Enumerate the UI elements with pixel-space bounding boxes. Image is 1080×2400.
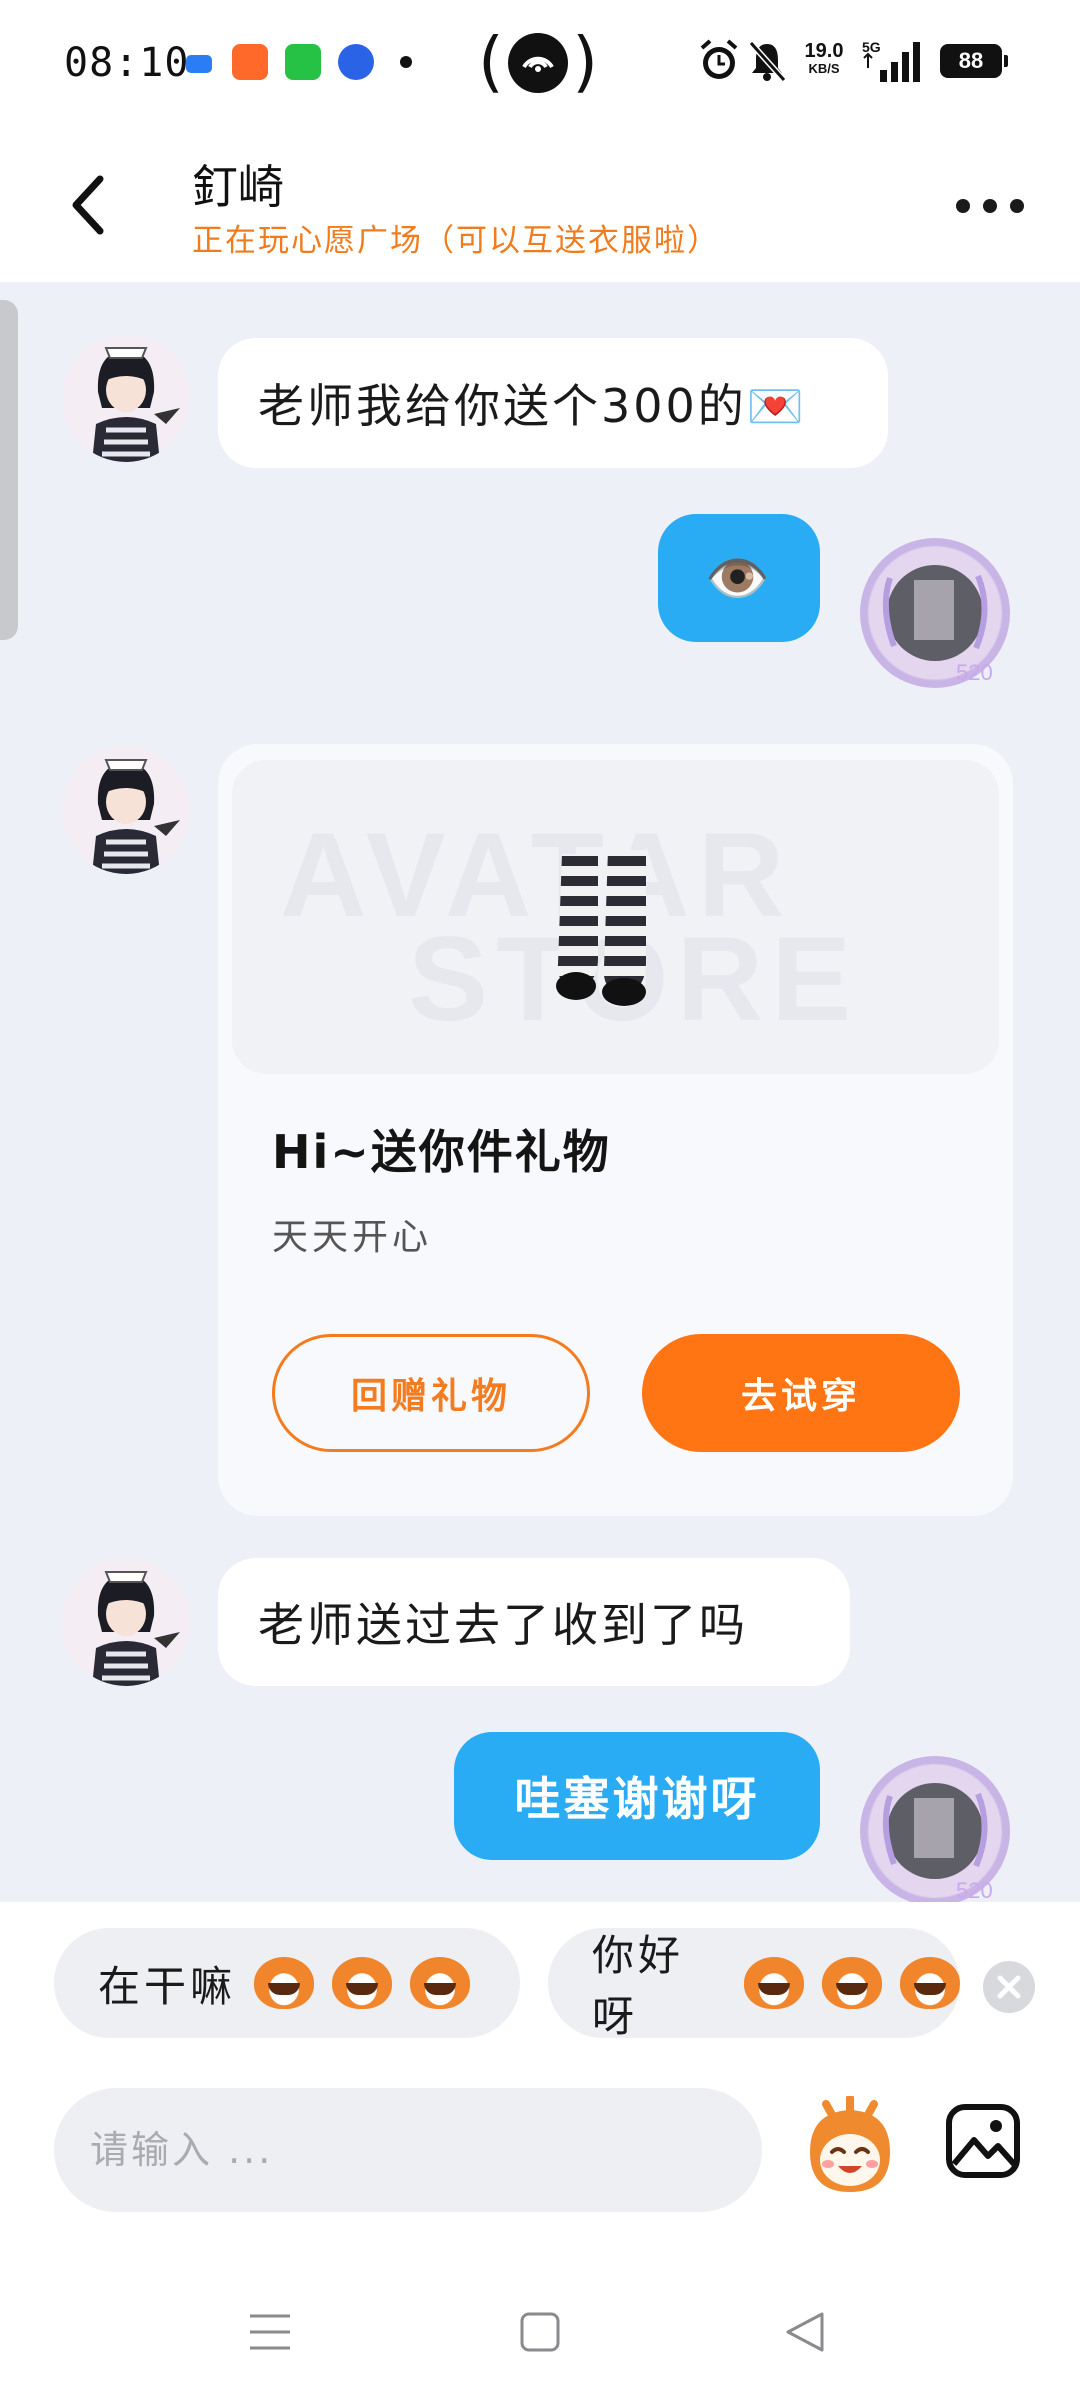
- quick-reply-chip[interactable]: 你好呀: [548, 1928, 960, 2038]
- notification-app-icon: [186, 55, 212, 73]
- message-bubble-sent[interactable]: 👁️: [658, 514, 820, 642]
- system-navigation-bar: [0, 2240, 1080, 2400]
- battery-indicator: 88: [940, 44, 1008, 78]
- striped-socks-image: [556, 850, 646, 1006]
- close-quick-replies-button[interactable]: [983, 1961, 1035, 2013]
- message-input-bar: [0, 2072, 1080, 2240]
- quick-reply-chip[interactable]: 在干嘛: [54, 1928, 520, 2038]
- silent-bell-icon: [746, 38, 788, 88]
- quick-reply-label: 你好呀: [592, 1931, 685, 2038]
- gift-card[interactable]: AVATAR STORE Hi~送你件礼物 天天开心 回赠礼物 去试穿: [218, 744, 1013, 1516]
- status-bar: 08:10 ( ) 19.0 KB/S 5G 88: [0, 0, 1080, 125]
- status-time: 08:10: [64, 40, 190, 86]
- more-notifications-dot-icon: [400, 56, 412, 68]
- image-button[interactable]: [944, 2102, 1022, 2180]
- sticker-face-icon: [254, 1957, 315, 2009]
- quick-reply-bar: 在干嘛 你好呀: [0, 1902, 1080, 2072]
- sticker-face-icon: [810, 2094, 890, 2192]
- notification-app-icon: [338, 44, 374, 80]
- message-bubble-sent[interactable]: 哇塞谢谢呀: [454, 1732, 820, 1860]
- sticker-face-icon: [410, 1957, 471, 2009]
- signal-strength-icon: 5G: [860, 38, 930, 88]
- alarm-icon: [698, 38, 740, 88]
- nav-home-button[interactable]: [510, 2302, 570, 2362]
- back-triangle-icon: [786, 2312, 824, 2352]
- back-button[interactable]: [60, 165, 120, 245]
- quick-reply-label: 在干嘛: [98, 1961, 237, 2011]
- scroll-indicator[interactable]: [0, 300, 18, 640]
- notification-app-icon: [285, 44, 321, 80]
- network-type-label: 5G: [862, 39, 881, 55]
- nav-back-button[interactable]: [776, 2302, 836, 2362]
- contact-name: 釘崎: [192, 160, 284, 214]
- hotspot-indicator: ( ): [478, 23, 598, 100]
- sticker-face-icon: [744, 1957, 804, 2009]
- message-bubble-received[interactable]: 老师送过去了收到了吗: [218, 1558, 850, 1686]
- chat-header: 釘崎 正在玩心愿广场（可以互送衣服啦）: [0, 125, 1080, 282]
- contact-avatar[interactable]: [62, 1558, 190, 1686]
- message-input[interactable]: [54, 2088, 762, 2212]
- contact-avatar[interactable]: [62, 334, 190, 462]
- sticker-face-icon: [332, 1957, 393, 2009]
- my-avatar[interactable]: 520: [860, 538, 1010, 688]
- close-icon: [997, 1975, 1021, 1999]
- return-gift-button[interactable]: 回赠礼物: [272, 1334, 590, 1452]
- notification-app-icon: [232, 44, 268, 80]
- sticker-button[interactable]: [800, 2094, 900, 2200]
- network-speed: 19.0 KB/S: [804, 40, 844, 76]
- try-on-button[interactable]: 去试穿: [642, 1334, 960, 1452]
- nav-menu-button[interactable]: [240, 2302, 300, 2362]
- hotspot-icon: [508, 33, 568, 93]
- more-options-button[interactable]: [950, 185, 1030, 225]
- sticker-face-icon: [822, 1957, 882, 2009]
- back-chevron-icon: [72, 175, 104, 235]
- gift-image[interactable]: AVATAR STORE: [232, 760, 999, 1074]
- svg-text:520: 520: [956, 660, 993, 685]
- more-dots-icon: [956, 199, 970, 213]
- chat-messages[interactable]: 老师我给你送个300的💌 👁️ 520 AVATAR STORE: [0, 282, 1080, 1902]
- my-avatar[interactable]: 520: [860, 1756, 1010, 1902]
- contact-status: 正在玩心愿广场（可以互送衣服啦）: [192, 223, 720, 259]
- svg-text:520: 520: [956, 1878, 993, 1902]
- sticker-face-icon: [900, 1957, 960, 2009]
- home-icon: [520, 2312, 560, 2352]
- gift-subtitle: 天天开心: [272, 1217, 433, 1258]
- image-icon: [946, 2104, 1020, 2178]
- menu-icon: [250, 2314, 290, 2350]
- gift-title: Hi~送你件礼物: [272, 1125, 611, 1179]
- message-bubble-received[interactable]: 老师我给你送个300的💌: [218, 338, 888, 468]
- contact-avatar[interactable]: [62, 746, 190, 874]
